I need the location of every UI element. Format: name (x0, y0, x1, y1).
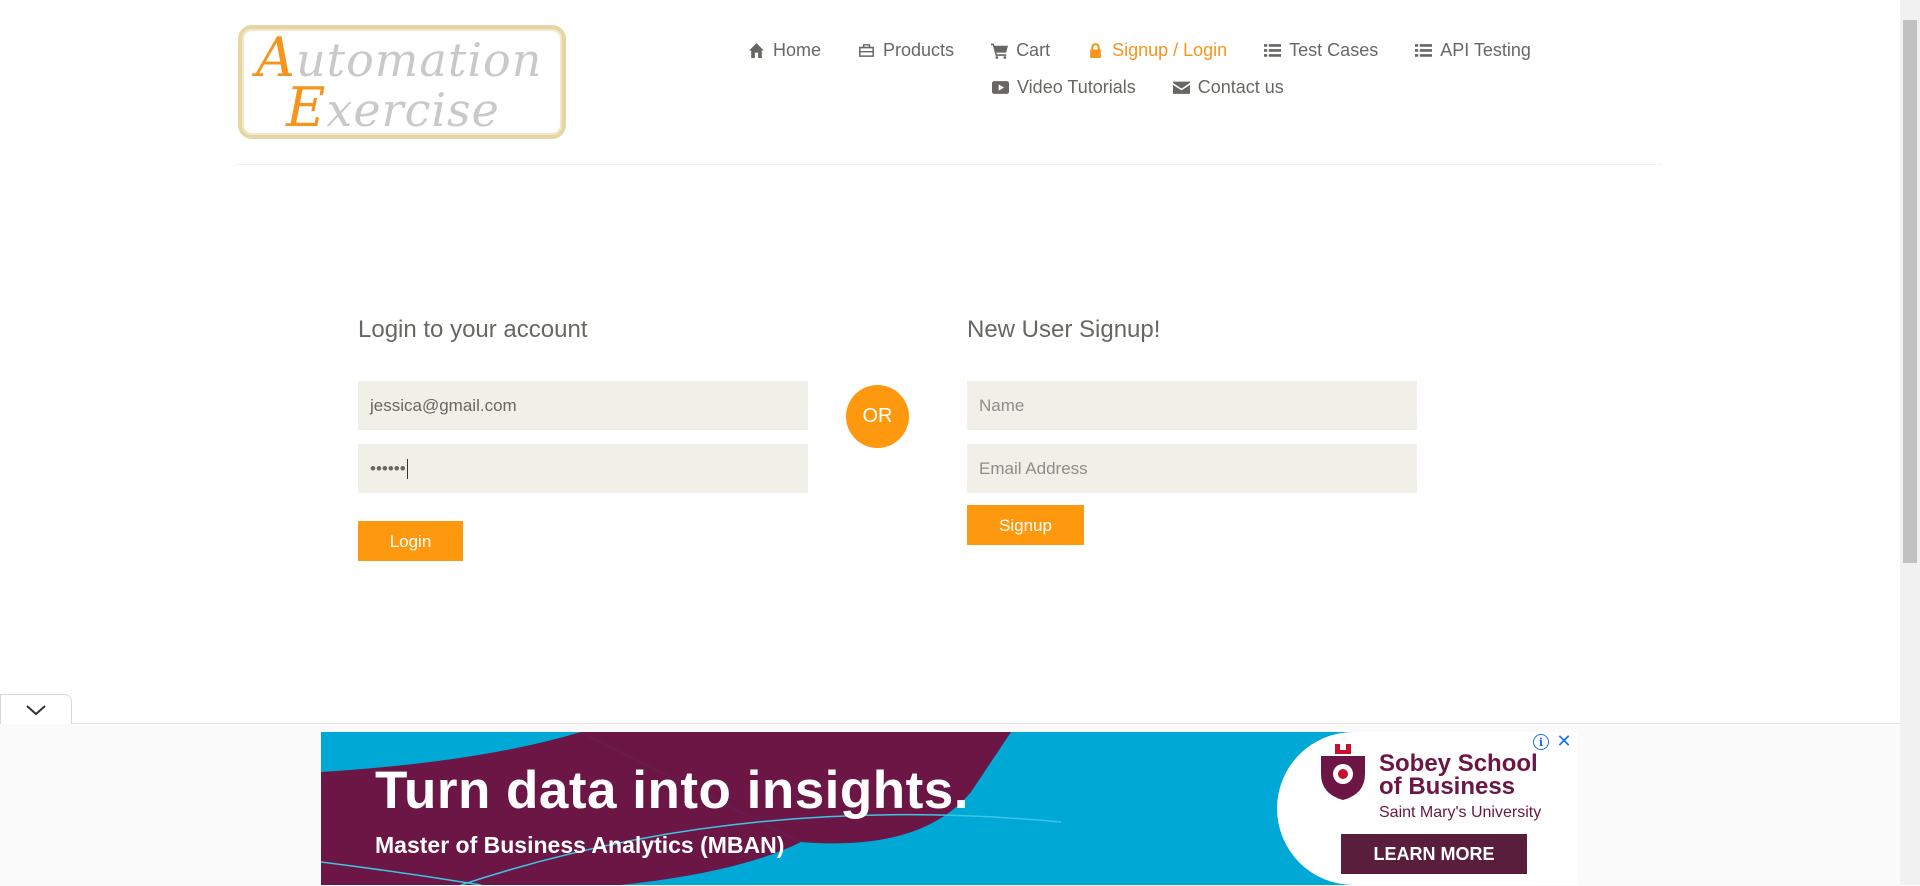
nav-home-label: Home (773, 39, 822, 60)
university-crest-icon (1321, 744, 1365, 800)
signup-email-input[interactable]: Email Address (967, 444, 1417, 493)
ad-collapse-toggle[interactable] (0, 694, 72, 724)
login-button[interactable]: Login (358, 521, 463, 561)
header-divider (236, 164, 1662, 165)
nav-test-cases[interactable]: Test Cases (1264, 38, 1378, 62)
ad-headline: Turn data into insights. (375, 761, 969, 820)
list-icon (1415, 43, 1433, 57)
signup-form-title: New User Signup! (967, 316, 1161, 343)
ad-banner[interactable]: Turn data into insights. Master of Busin… (321, 732, 1577, 885)
login-email-value: jessica@gmail.com (370, 395, 517, 415)
nav-home[interactable]: Home (748, 38, 821, 62)
nav-api-testing-label: API Testing (1440, 39, 1531, 60)
nav-test-cases-label: Test Cases (1289, 39, 1379, 60)
nav-row-secondary: Video Tutorials Contact us (992, 75, 1321, 99)
site-logo[interactable]: Automation Exercise (238, 25, 566, 139)
nav-products-label: Products (883, 39, 955, 60)
nav-products[interactable]: Products (858, 38, 954, 62)
nav-cart-label: Cart (1016, 39, 1051, 60)
nav-contact-us-label: Contact us (1197, 76, 1284, 97)
envelope-icon (1172, 81, 1190, 94)
or-divider: OR (846, 385, 909, 448)
nav-video-tutorials[interactable]: Video Tutorials (992, 75, 1136, 99)
login-form-title: Login to your account (358, 316, 588, 343)
youtube-play-icon (992, 80, 1009, 94)
page-scrollbar[interactable] (1900, 0, 1920, 885)
lock-icon (1090, 42, 1101, 58)
ad-university-name: Saint Mary's University (1379, 804, 1542, 821)
ad-brand-panel: Sobey School of Business Saint Mary's Un… (1277, 732, 1577, 885)
ad-school-name: Sobey School of Business (1379, 750, 1538, 800)
login-password-value: •••••• (370, 458, 406, 478)
ad-info-icon[interactable]: i (1533, 734, 1549, 750)
ad-learn-more-button[interactable]: LEARN MORE (1341, 834, 1527, 874)
signup-name-input[interactable]: Name (967, 381, 1417, 430)
nav-video-tutorials-label: Video Tutorials (1017, 76, 1136, 97)
signup-name-placeholder: Name (979, 395, 1025, 415)
login-password-input[interactable]: •••••• (358, 444, 808, 493)
nav-contact-us[interactable]: Contact us (1172, 75, 1284, 99)
nav-signup-login[interactable]: Signup / Login (1087, 38, 1227, 62)
list-icon (1264, 43, 1282, 57)
nav-signup-login-label: Signup / Login (1112, 39, 1228, 60)
briefcase-icon (859, 43, 874, 57)
logo-line-exercise: Exercise (286, 76, 500, 139)
chevron-down-icon (26, 704, 46, 715)
ad-subline: Master of Business Analytics (MBAN) (375, 832, 785, 858)
nav-row-primary: Home Products Cart Signup / Login Test C… (748, 38, 1568, 62)
nav-cart[interactable]: Cart (991, 38, 1050, 62)
text-caret (406, 458, 408, 479)
ad-close-icon[interactable]: ✕ (1555, 732, 1573, 750)
signup-button[interactable]: Signup (967, 505, 1084, 545)
signup-email-placeholder: Email Address (979, 458, 1088, 478)
scrollbar-thumb[interactable] (1903, 20, 1917, 563)
login-email-input[interactable]: jessica@gmail.com (358, 381, 808, 430)
cart-icon (991, 43, 1009, 59)
nav-api-testing[interactable]: API Testing (1415, 38, 1531, 62)
home-icon (749, 42, 764, 58)
